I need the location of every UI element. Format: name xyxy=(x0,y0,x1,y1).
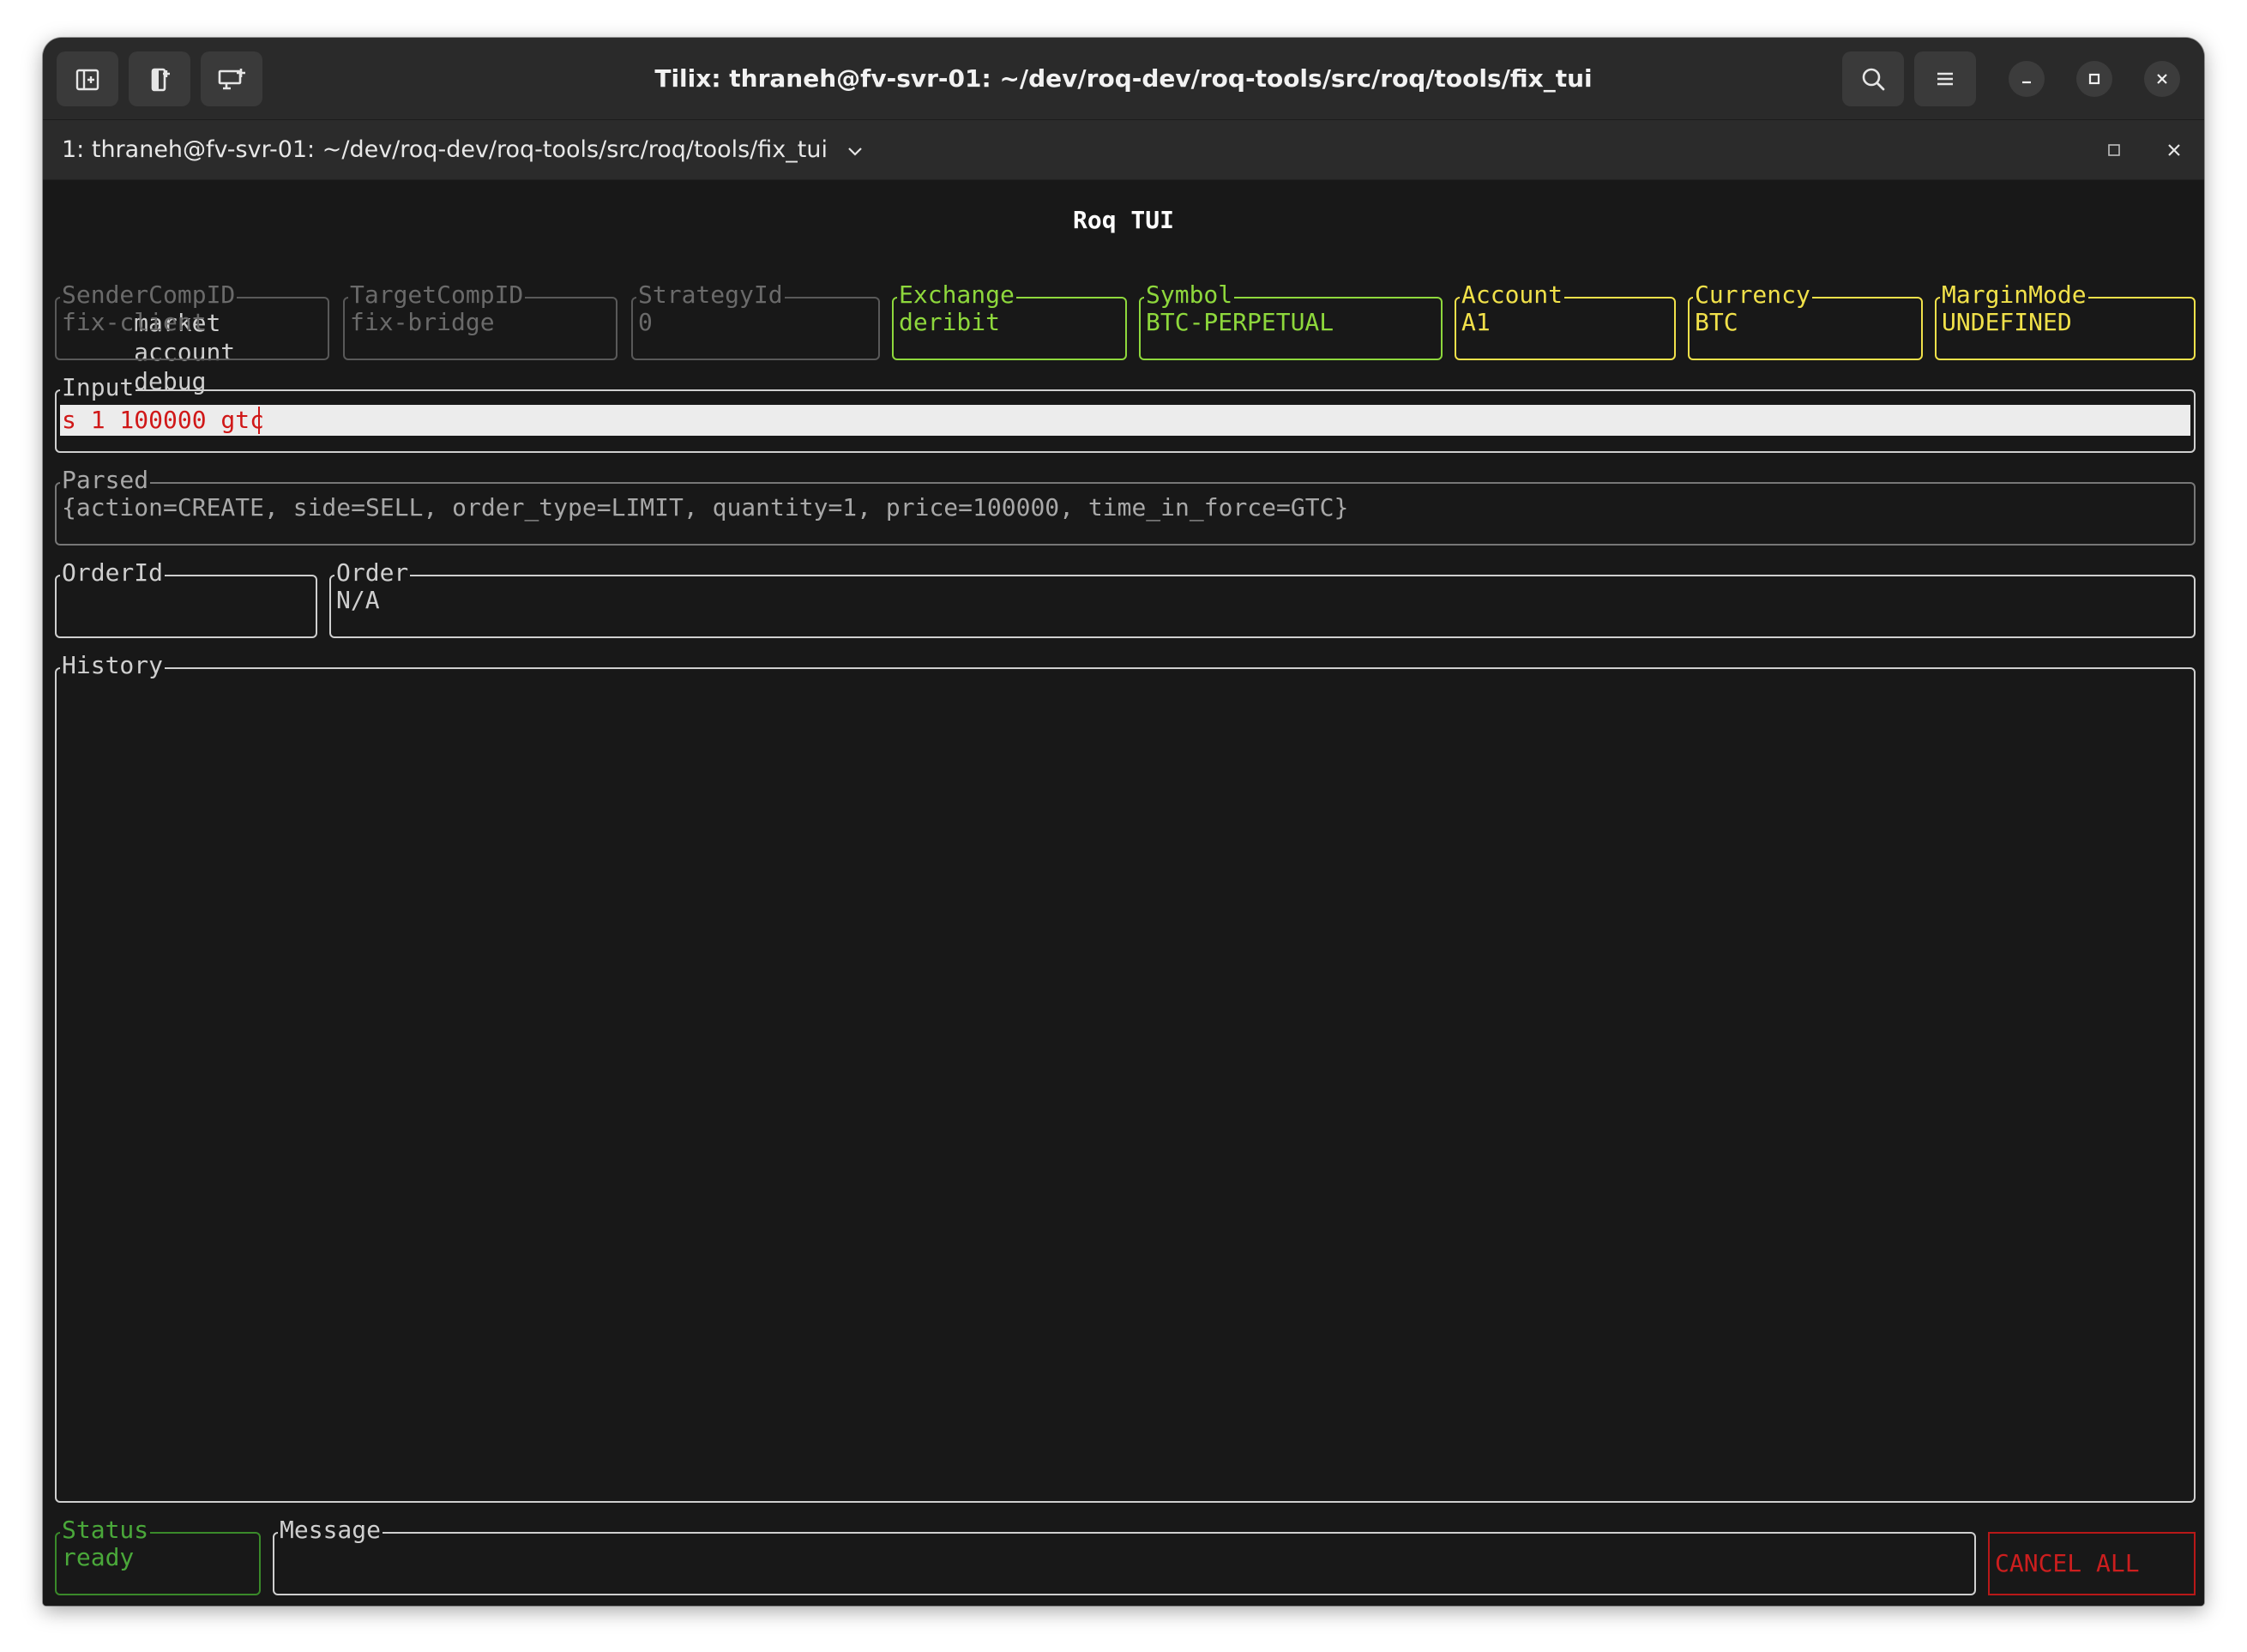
sender-comp-id-value: fix-client xyxy=(62,308,207,336)
order-label: Order xyxy=(334,558,411,588)
account-field: Account A1 xyxy=(1455,280,1676,360)
strategy-id-field: StrategyId 0 xyxy=(631,280,880,360)
margin-mode-field: MarginMode UNDEFINED xyxy=(1935,280,2196,360)
window-title: Tilix: thraneh@fv-svr-01: ~/dev/roq-dev/… xyxy=(654,64,1593,93)
input-label: Input xyxy=(60,373,136,402)
parsed-label: Parsed xyxy=(60,466,151,495)
currency-label: Currency xyxy=(1693,280,1812,310)
currency-value: BTC xyxy=(1695,308,1738,336)
parsed-box: Parsed {action=CREATE, side=SELL, order_… xyxy=(55,466,2196,546)
terminal-close-button[interactable] xyxy=(2161,137,2187,163)
order-id-label: OrderId xyxy=(60,558,166,588)
message-box: Message xyxy=(273,1516,1976,1595)
header-bar: Tilix: thraneh@fv-svr-01: ~/dev/roq-dev/… xyxy=(43,38,2204,120)
maximize-icon xyxy=(2108,144,2120,156)
symbol-field: Symbol BTC-PERPETUAL xyxy=(1139,280,1443,360)
terminal-maximize-button[interactable] xyxy=(2101,137,2127,163)
status-box: Status ready xyxy=(55,1516,261,1595)
menu-button[interactable] xyxy=(1914,51,1976,106)
cancel-all-button[interactable]: CANCEL ALL xyxy=(1988,1532,2196,1595)
account-label: Account xyxy=(1460,280,1565,310)
tilix-window: Tilix: thraneh@fv-svr-01: ~/dev/roq-dev/… xyxy=(43,38,2204,1606)
exchange-field: Exchange deribit xyxy=(892,280,1127,360)
symbol-label: Symbol xyxy=(1144,280,1235,310)
hamburger-menu-icon xyxy=(1937,72,1953,86)
add-terminal-right-icon xyxy=(75,69,99,91)
status-value: ready xyxy=(62,1543,135,1571)
minimize-button[interactable] xyxy=(2009,61,2045,97)
cancel-all-label: CANCEL ALL xyxy=(1995,1549,2140,1577)
order-value: N/A xyxy=(336,586,380,614)
message-label: Message xyxy=(278,1516,383,1545)
close-icon xyxy=(2157,74,2167,84)
sender-comp-id-field: SenderCompID fix-client xyxy=(55,280,329,360)
new-session-icon xyxy=(218,69,245,90)
close-button[interactable] xyxy=(2144,61,2180,97)
target-comp-id-field: TargetCompID fix-bridge xyxy=(343,280,617,360)
minimize-icon xyxy=(2022,81,2031,84)
close-icon xyxy=(2168,144,2180,156)
order-box: Order N/A xyxy=(329,558,2196,638)
session-bar: 1: thraneh@fv-svr-01: ~/dev/roq-dev/roq-… xyxy=(43,120,2204,180)
sender-comp-id-label: SenderCompID xyxy=(60,280,238,310)
session-title-menu[interactable]: 1: thraneh@fv-svr-01: ~/dev/roq-dev/roq-… xyxy=(62,120,864,180)
margin-mode-value: UNDEFINED xyxy=(1942,308,2072,336)
input-field[interactable]: s 1 100000 gtc xyxy=(60,405,2190,436)
target-comp-id-value: fix-bridge xyxy=(350,308,495,336)
input-value: s 1 100000 gtc xyxy=(62,406,265,434)
symbol-value: BTC-PERPETUAL xyxy=(1146,308,1334,336)
currency-field: Currency BTC xyxy=(1688,280,1923,360)
search-button[interactable] xyxy=(1842,51,1904,106)
history-label: History xyxy=(60,651,166,680)
chevron-down-icon xyxy=(847,147,862,156)
parsed-value: {action=CREATE, side=SELL, order_type=LI… xyxy=(62,493,1349,522)
margin-mode-label: MarginMode xyxy=(1940,280,2088,310)
strategy-id-value: 0 xyxy=(638,308,653,336)
add-terminal-right-button[interactable] xyxy=(57,51,118,106)
history-box[interactable]: History xyxy=(55,651,2196,1503)
exchange-label: Exchange xyxy=(897,280,1016,310)
tui-title: Roq TUI xyxy=(1072,206,1174,234)
maximize-button[interactable] xyxy=(2076,61,2112,97)
maximize-icon xyxy=(2088,73,2100,85)
account-value: A1 xyxy=(1461,308,1491,336)
search-icon xyxy=(1862,68,1885,91)
add-terminal-down-button[interactable] xyxy=(129,51,190,106)
order-id-box: OrderId xyxy=(55,558,317,638)
target-comp-id-label: TargetCompID xyxy=(348,280,526,310)
add-terminal-down-icon xyxy=(151,68,170,92)
strategy-id-label: StrategyId xyxy=(636,280,785,310)
input-box[interactable]: Input s 1 100000 gtc xyxy=(55,373,2196,453)
exchange-value: deribit xyxy=(899,308,1001,336)
text-cursor xyxy=(258,407,260,434)
new-session-button[interactable] xyxy=(201,51,262,106)
session-title: 1: thraneh@fv-svr-01: ~/dev/roq-dev/roq-… xyxy=(62,136,828,163)
status-label: Status xyxy=(60,1516,151,1545)
terminal[interactable]: Roq TUI home market account debug Sender… xyxy=(43,180,2204,1606)
